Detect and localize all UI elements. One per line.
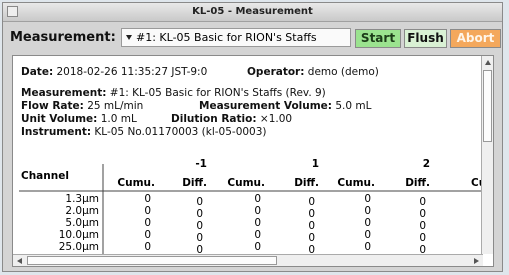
unit-volume-value: 1.0 mL [100, 113, 137, 125]
table-cell: 0 [196, 232, 203, 244]
table-cell: 0 [364, 193, 371, 205]
measurement-line: Measurement: #1: KL-05 Basic for RION's … [21, 87, 326, 99]
table-cell: 0 [254, 241, 261, 253]
unit-volume-label: Unit Volume: [21, 113, 98, 125]
table-cell: 0 [196, 220, 203, 232]
channel-header: Channel [21, 170, 69, 182]
flow-rate-line: Flow Rate: 25 mL/min [21, 100, 143, 112]
channel-label: 1.3µm [65, 193, 99, 205]
horizontal-scrollbar[interactable] [13, 254, 483, 266]
cumu-header: Cumu. [227, 177, 265, 189]
instrument-value: KL-05 No.01170003 (kl-05-0003) [94, 126, 267, 138]
window-title: KL-05 - Measurement [192, 6, 313, 17]
channel-label: 10.0µm [58, 229, 99, 241]
unit-volume-line: Unit Volume: 1.0 mL [21, 113, 137, 125]
table-cell: 0 [254, 217, 261, 229]
flow-rate-value: 25 mL/min [87, 100, 144, 112]
flush-button[interactable]: Flush [404, 29, 447, 48]
measurement-select-value: #1: KL-05 Basic for RION's Staffs [136, 31, 317, 44]
table-cell: 0 [144, 205, 151, 217]
instrument-label: Instrument: [21, 126, 92, 138]
measurement-volume-line: Measurement Volume: 5.0 mL [199, 100, 371, 112]
abort-button[interactable]: Abort [450, 29, 501, 48]
scroll-up-icon[interactable] [485, 60, 491, 65]
scroll-right-icon[interactable] [474, 258, 479, 264]
group-number: -1 [195, 158, 207, 170]
flow-rate-label: Flow Rate: [21, 100, 84, 112]
table-cell: 0 [364, 217, 371, 229]
table-cell: 0 [419, 196, 426, 208]
table-cell: 0 [364, 205, 371, 217]
measurement-volume-label: Measurement Volume: [199, 100, 332, 112]
dilution-ratio-line: Dilution Ratio: ×1.00 [171, 113, 292, 125]
chevron-down-icon [126, 35, 132, 40]
table-cell: 0 [308, 196, 315, 208]
title-bar[interactable]: KL-05 - Measurement [3, 3, 502, 22]
vertical-scroll-thumb[interactable] [483, 70, 492, 142]
table-cell: 0 [254, 205, 261, 217]
diff-header: Diff. [294, 177, 319, 189]
start-button[interactable]: Start [355, 29, 401, 48]
operator-value: demo (demo) [307, 66, 379, 78]
date-label: Date: [21, 66, 54, 78]
dilution-ratio-label: Dilution Ratio: [171, 113, 257, 125]
table-cell: 0 [364, 229, 371, 241]
cumu-header: Cumu. [337, 177, 375, 189]
table-cell: 0 [144, 193, 151, 205]
table-cell: 0 [419, 232, 426, 244]
date-line: Date: 2018-02-26 11:35:27 JST-9:0 [21, 66, 207, 78]
operator-line: Operator: demo (demo) [247, 66, 379, 78]
table-cell: 0 [364, 241, 371, 253]
table-cell: 0 [308, 232, 315, 244]
cumu-header: Cumu. [117, 177, 155, 189]
dilution-ratio-value: ×1.00 [259, 113, 293, 125]
table-cell: 0 [419, 208, 426, 220]
table-cell: 0 [144, 217, 151, 229]
instrument-line: Instrument: KL-05 No.01170003 (kl-05-000… [21, 126, 267, 138]
date-value: 2018-02-26 11:35:27 JST-9:0 [56, 66, 208, 78]
measurement-panel: Date: 2018-02-26 11:35:27 JST-9:0 Operat… [12, 55, 494, 267]
table-cell: 0 [144, 241, 151, 253]
measurement-info-value: #1: KL-05 Basic for RION's Staffs (Rev. … [109, 87, 326, 99]
group-number: 1 [311, 158, 319, 170]
vertical-scrollbar[interactable] [481, 56, 493, 254]
table-cell: 0 [196, 208, 203, 220]
channel-label: 25.0µm [58, 241, 99, 253]
table-cell: 0 [308, 208, 315, 220]
table-cell: 0 [419, 220, 426, 232]
scroll-left-icon[interactable] [17, 258, 22, 264]
diff-header: Diff. [182, 177, 207, 189]
operator-label: Operator: [247, 66, 305, 78]
table-cell: 0 [254, 193, 261, 205]
table-cell: 0 [196, 196, 203, 208]
toolbar: Measurement: #1: KL-05 Basic for RION's … [3, 22, 502, 52]
table-cell: 0 [144, 229, 151, 241]
diff-header: Diff. [405, 177, 430, 189]
channel-label: 2.0µm [65, 205, 99, 217]
channel-label: 5.0µm [65, 217, 99, 229]
measurement-select[interactable]: #1: KL-05 Basic for RION's Staffs [121, 28, 351, 47]
measurement-info-label: Measurement: [21, 87, 107, 99]
measurement-window: KL-05 - Measurement Measurement: #1: KL-… [2, 2, 503, 272]
group-number: 2 [422, 158, 430, 170]
horizontal-scroll-thumb[interactable] [27, 256, 277, 265]
table-cell: 0 [254, 229, 261, 241]
measurement-volume-value: 5.0 mL [335, 100, 372, 112]
measurement-label: Measurement: [10, 30, 116, 45]
table-cell: 0 [308, 220, 315, 232]
